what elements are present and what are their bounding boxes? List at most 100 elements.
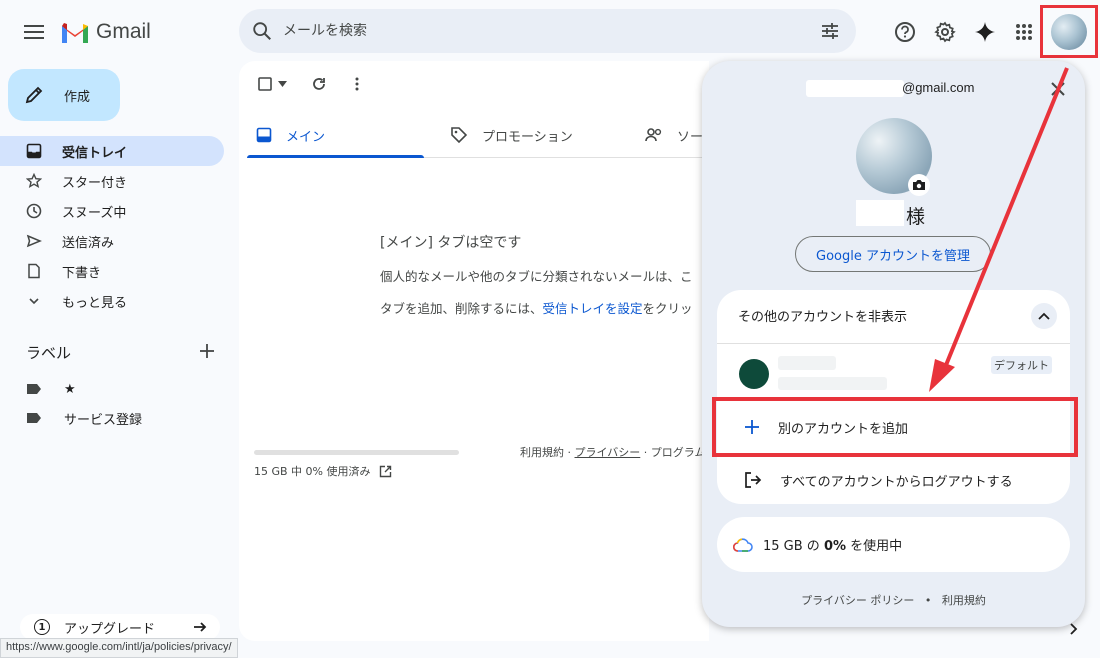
empty-state-text: 個人的なメールや他のタブに分類されないメールは、こ xyxy=(380,269,693,284)
label-item[interactable]: サービス登録 xyxy=(26,406,142,430)
sidebar-item-more[interactable]: もっと見る xyxy=(0,286,224,316)
camera-icon xyxy=(913,180,925,190)
tab-label: ソー xyxy=(677,129,704,145)
gmail-logo[interactable]: Gmail xyxy=(60,18,151,46)
sidebar-item-label: 送信済み xyxy=(62,235,115,251)
other-account-name-redaction xyxy=(778,356,836,370)
terms-link[interactable]: 利用規約 xyxy=(520,446,564,459)
storage-suffix: を使用中 xyxy=(846,539,903,554)
app-name: Gmail xyxy=(96,20,151,43)
compose-button[interactable]: 作成 xyxy=(8,69,120,121)
greeting-name-suffix: 様 xyxy=(906,206,926,228)
refresh-button[interactable] xyxy=(309,74,329,94)
gear-icon xyxy=(934,21,956,43)
status-bar-url: https://www.google.com/intl/ja/policies/… xyxy=(0,638,238,658)
more-options-button[interactable] xyxy=(347,74,367,94)
inbox-icon xyxy=(256,127,272,143)
chevron-down-icon xyxy=(29,298,39,305)
tag-icon xyxy=(451,127,468,144)
card-divider xyxy=(717,343,1070,344)
sidebar-item-label: 受信トレイ xyxy=(62,145,128,161)
plus-icon xyxy=(745,420,759,434)
upgrade-badge: 1 xyxy=(34,619,50,635)
apps-grid-icon xyxy=(1016,24,1032,40)
storage-summary: 15 GB の 0% を使用中 xyxy=(763,535,902,554)
footer-links: 利用規約 · プライバシー · プログラム xyxy=(520,446,706,459)
collapse-accounts-button[interactable] xyxy=(1031,303,1057,329)
sparkle-icon xyxy=(975,22,995,42)
search-options-icon[interactable] xyxy=(820,21,840,41)
sidebar-item-inbox[interactable]: 受信トレイ xyxy=(0,136,224,166)
default-account-badge: デフォルト xyxy=(991,356,1052,374)
account-avatar-button[interactable] xyxy=(1051,13,1087,50)
label-item-name: サービス登録 xyxy=(64,412,143,428)
account-email-suffix: @gmail.com xyxy=(902,80,975,95)
storage-progress-bar xyxy=(254,450,459,455)
privacy-policy-link[interactable]: プライバシー ポリシー xyxy=(801,594,914,607)
settings-button[interactable] xyxy=(933,20,957,44)
pencil-icon xyxy=(25,86,43,104)
upgrade-button[interactable]: 1 アップグレード xyxy=(20,614,220,640)
tab-label: メイン xyxy=(286,129,326,145)
help-icon xyxy=(895,22,915,42)
cloud-icon xyxy=(733,537,753,552)
draft-icon xyxy=(28,263,40,279)
sign-out-label: すべてのアカウントからログアウトする xyxy=(780,474,1013,490)
sidebar-item-snoozed[interactable]: スヌーズ中 xyxy=(0,196,224,226)
chevron-right-icon[interactable] xyxy=(1066,622,1080,636)
name-redaction xyxy=(856,200,904,226)
sidebar-item-starred[interactable]: スター付き xyxy=(0,166,224,196)
sidebar-item-sent[interactable]: 送信済み xyxy=(0,226,224,256)
sidebar-item-drafts[interactable]: 下書き xyxy=(0,256,224,286)
search-bar[interactable] xyxy=(239,9,856,53)
search-input[interactable] xyxy=(283,23,803,39)
send-icon xyxy=(26,234,42,248)
empty-text-prefix: タブを追加、削除するには、 xyxy=(380,301,543,316)
sidebar-item-label: スター付き xyxy=(62,175,128,191)
gemini-button[interactable] xyxy=(973,20,997,44)
add-another-account-button[interactable]: 別のアカウントを追加 xyxy=(712,397,1078,457)
help-button[interactable] xyxy=(893,20,917,44)
add-account-label: 別のアカウントを追加 xyxy=(778,421,909,437)
label-icon xyxy=(27,413,41,423)
caret-down-icon[interactable] xyxy=(278,81,287,87)
program-policy-link[interactable]: プログラム xyxy=(651,446,706,459)
gmail-m-icon xyxy=(62,23,88,43)
plus-icon[interactable] xyxy=(198,342,216,360)
sidebar-item-label: 下書き xyxy=(62,265,102,281)
tab-social[interactable]: ソー xyxy=(645,112,703,158)
email-redaction xyxy=(806,80,904,97)
close-icon[interactable] xyxy=(1048,79,1068,99)
storage-card[interactable]: 15 GB の 0% を使用中 xyxy=(717,517,1070,572)
tab-main[interactable]: メイン xyxy=(256,112,325,158)
tab-promotions[interactable]: プロモーション xyxy=(450,112,573,158)
clock-icon xyxy=(26,203,42,219)
terms-of-service-link[interactable]: 利用規約 xyxy=(942,594,986,607)
apps-button[interactable] xyxy=(1012,20,1036,44)
empty-text-suffix: をクリッ xyxy=(642,301,693,316)
sidebar-item-label: スヌーズ中 xyxy=(62,205,127,221)
empty-state-title: [メイン] タブは空です xyxy=(380,235,522,251)
other-account-avatar[interactable] xyxy=(739,359,769,389)
arrow-right-icon xyxy=(194,622,207,632)
privacy-link[interactable]: プライバシー xyxy=(575,446,641,459)
empty-state-settings-text: タブを追加、削除するには、受信トレイを設定をクリッ xyxy=(380,298,710,317)
select-all-checkbox[interactable] xyxy=(255,74,275,94)
tab-label: プロモーション xyxy=(482,129,573,145)
change-photo-button[interactable] xyxy=(908,174,930,196)
popup-footer: プライバシー ポリシー • 利用規約 xyxy=(702,592,1085,608)
open-external-icon[interactable] xyxy=(379,465,392,478)
label-item[interactable]: ★ xyxy=(26,377,76,401)
upgrade-label: アップグレード xyxy=(64,621,156,637)
storage-usage-text: 15 GB 中 0% 使用済み xyxy=(254,465,371,478)
label-item-name: ★ xyxy=(64,381,76,397)
label-icon xyxy=(27,384,41,394)
main-menu-button[interactable] xyxy=(20,18,48,46)
logout-icon xyxy=(745,472,762,488)
manage-google-account-button[interactable]: Google アカウントを管理 xyxy=(795,236,991,272)
inbox-settings-link[interactable]: 受信トレイを設定 xyxy=(543,301,643,316)
other-account-email-redaction xyxy=(778,377,887,390)
hide-other-accounts-label[interactable]: その他のアカウントを非表示 xyxy=(738,306,907,325)
sign-out-all-button[interactable]: すべてのアカウントからログアウトする xyxy=(717,460,1013,500)
search-icon[interactable] xyxy=(251,20,273,42)
